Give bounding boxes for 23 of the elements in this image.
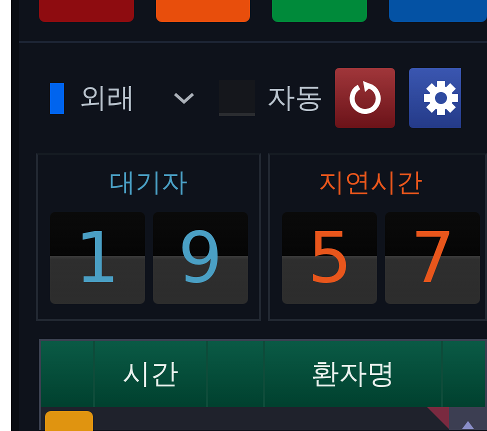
refresh-icon (347, 79, 383, 117)
auto-label: 자동 (267, 80, 323, 116)
counter-title: 지연시간 (318, 167, 422, 200)
filter-label: 외래 (79, 80, 135, 116)
auto-checkbox[interactable] (219, 80, 255, 116)
caret-up-icon (461, 420, 475, 430)
color-tab[interactable] (388, 0, 487, 22)
refresh-button[interactable] (335, 68, 395, 128)
color-tab[interactable] (156, 0, 250, 22)
settings-icon (421, 78, 461, 118)
scroll-up-button[interactable] (449, 407, 487, 430)
corner-mark-icon (427, 407, 449, 429)
digit-tile: 7 (385, 212, 480, 304)
chevron-down-icon[interactable] (173, 92, 195, 104)
settings-button[interactable] (409, 68, 461, 128)
digit-tile: 1 (50, 212, 145, 304)
digit-tile: 9 (152, 212, 248, 304)
digit-tile: 5 (282, 212, 378, 304)
status-tag (45, 411, 93, 431)
marker (50, 82, 64, 114)
color-tab[interactable] (39, 0, 134, 22)
color-tab[interactable] (272, 0, 367, 22)
counter-title: 대기자 (110, 167, 188, 200)
